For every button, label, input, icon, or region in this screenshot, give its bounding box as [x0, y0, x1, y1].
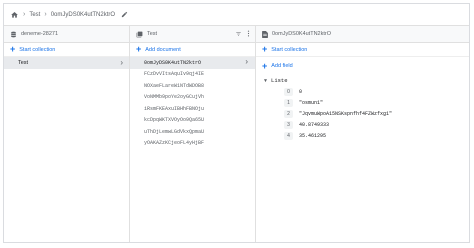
document-item[interactable]: uThDjLemwLGdVkxQpmaU	[130, 126, 255, 138]
document-item[interactable]: iRsmFKEAxuIBHhFBNOju	[130, 103, 255, 115]
array-value: 40.8749333	[299, 121, 330, 128]
document-id: NOXaeFLareW1NTdWDOB8	[144, 82, 205, 89]
chevron-right-icon: ›	[120, 58, 123, 67]
document-id: 0omJyDS0K4utTN2ktrO	[144, 59, 202, 66]
array-index: 3	[284, 120, 293, 129]
array-value: 0	[299, 88, 303, 95]
array-index: 2	[284, 109, 293, 118]
array-items: 0 0 1 "osmun1" 2 "JqvmuWpoA15NSKspnfhf4F…	[256, 86, 469, 141]
add-icon: +	[262, 60, 268, 71]
document-item[interactable]: VoNMMb9poYe2oyGCujVh	[130, 92, 255, 104]
start-collection-button[interactable]: + Start collection	[4, 43, 129, 57]
chevron-right-icon: ›	[244, 58, 249, 67]
document-id: uThDjLemwLGdVkxQpmaU	[144, 128, 205, 135]
more-vert-icon[interactable]	[247, 30, 250, 39]
database-icon	[10, 31, 17, 38]
add-document-label: Add document	[145, 46, 181, 53]
column-title: Test	[147, 31, 158, 37]
column-title: 0omJyDS0K4utTN2ktrO	[272, 31, 331, 37]
chevron-right-icon: ›	[44, 11, 47, 18]
document-item[interactable]: FCzDvVItsAquIv9qj4IE	[130, 69, 255, 81]
column-header: Test	[130, 26, 255, 43]
start-subcollection-button[interactable]: + Start collection	[256, 43, 469, 57]
caret-down-icon[interactable]: ▼	[264, 78, 267, 84]
array-value: "JqvmuWpoA15NSKspnfhf4FZWzfxg1"	[299, 110, 393, 117]
start-collection-label: Start collection	[271, 46, 308, 53]
breadcrumb: › Test › 0omJyDS0K4utTN2ktrO	[4, 4, 469, 26]
chevron-right-icon: ›	[23, 11, 26, 18]
document-id: VoNMMb9poYe2oyGCujVh	[144, 94, 205, 101]
add-field-button[interactable]: + Add field	[256, 59, 469, 73]
add-document-button[interactable]: + Add document	[130, 43, 255, 57]
array-value: "osmun1"	[299, 99, 324, 106]
collection-column: Test + Add document 0omJyDS0K4utTN2ktrO …	[130, 26, 256, 242]
document-item[interactable]: yOAKAZzKCjeoFL4yHjBF	[130, 138, 255, 150]
add-icon: +	[262, 44, 268, 54]
root-column: deneme-28271 + Start collection Test ›	[4, 26, 130, 242]
array-index: 1	[284, 98, 293, 107]
array-index: 4	[284, 131, 293, 140]
document-column: 0omJyDS0K4utTN2ktrO + Start collection +…	[256, 26, 469, 242]
array-field[interactable]: ▼ Liste	[256, 75, 469, 86]
column-header: 0omJyDS0K4utTN2ktrO	[256, 26, 469, 43]
document-id: yOAKAZzKCjeoFL4yHjBF	[144, 140, 205, 147]
document-item[interactable]: NOXaeFLareW1NTdWDOB8	[130, 80, 255, 92]
array-item[interactable]: 0 0	[256, 86, 469, 97]
breadcrumb-document[interactable]: 0omJyDS0K4utTN2ktrO	[51, 12, 115, 18]
document-item[interactable]: kcDpqWKTXVOyOo9Qa65U	[130, 115, 255, 127]
filter-icon[interactable]	[235, 31, 242, 39]
document-id: FCzDvVItsAquIv9qj4IE	[144, 71, 205, 78]
start-collection-label: Start collection	[19, 46, 56, 53]
array-item[interactable]: 2 "JqvmuWpoA15NSKspnfhf4FZWzfxg1"	[256, 108, 469, 119]
document-item[interactable]: 0omJyDS0K4utTN2ktrO ›	[130, 57, 255, 69]
breadcrumb-collection[interactable]: Test	[29, 12, 40, 18]
array-value: 35.461295	[299, 132, 327, 139]
document-id: iRsmFKEAxuIBHhFBNOju	[144, 105, 205, 112]
column-title: deneme-28271	[21, 31, 59, 37]
list-item-label: Test	[18, 59, 29, 66]
add-icon: +	[136, 44, 142, 54]
array-item[interactable]: 1 "osmun1"	[256, 97, 469, 108]
collection-item-test[interactable]: Test ›	[4, 57, 129, 69]
home-icon[interactable]	[10, 11, 19, 19]
document-icon	[262, 30, 268, 38]
edit-icon[interactable]	[121, 11, 128, 18]
array-index: 0	[284, 87, 293, 96]
array-item[interactable]: 3 40.8749333	[256, 119, 469, 130]
firestore-data-viewer: › Test › 0omJyDS0K4utTN2ktrO deneme-2827…	[3, 3, 470, 243]
array-item[interactable]: 4 35.461295	[256, 130, 469, 141]
add-field-label: Add field	[271, 63, 293, 69]
add-icon: +	[10, 44, 16, 54]
field-name: Liste	[271, 77, 288, 84]
document-id: kcDpqWKTXVOyOo9Qa65U	[144, 117, 205, 124]
column-header: deneme-28271	[4, 26, 129, 43]
collection-icon	[136, 31, 143, 38]
